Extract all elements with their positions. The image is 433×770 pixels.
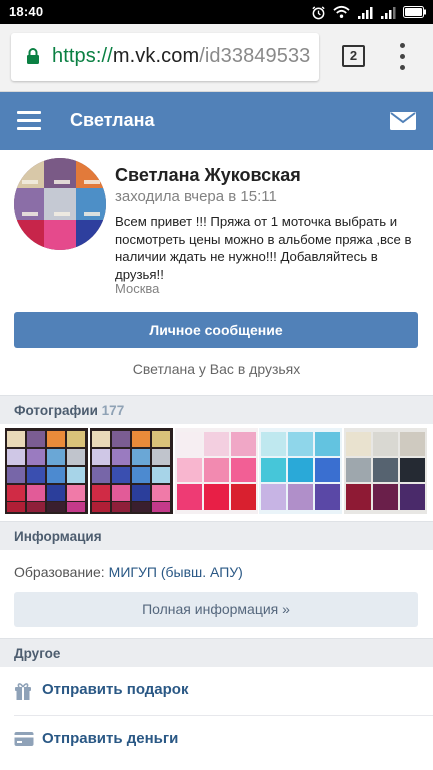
url-host: m.vk.com <box>112 45 200 67</box>
other-section-header: Другое <box>0 638 433 667</box>
header-title: Светлана <box>70 110 155 130</box>
send-money-label: Отправить деньги <box>42 730 179 747</box>
url-text: https://m.vk.com/id33849533 <box>52 45 310 68</box>
profile-card: Светлана Жуковская заходила вчера в 15:1… <box>0 150 433 395</box>
education-link[interactable]: МИГУП (бывш. АПУ) <box>109 564 243 580</box>
send-gift-item[interactable]: Отправить подарок <box>0 667 433 715</box>
signal-icon-1 <box>358 6 373 19</box>
friend-status: Светлана у Вас в друзьях <box>132 361 301 377</box>
send-money-item[interactable]: Отправить деньги <box>0 716 433 764</box>
lock-icon <box>27 48 39 64</box>
other-label: Другое <box>14 646 61 661</box>
info-label: Информация <box>14 529 102 544</box>
photos-label: Фотографии 177 <box>14 403 125 418</box>
education-label: Образование: <box>14 564 105 580</box>
education-row: Образование: МИГУП (бывш. АПУ) <box>14 564 243 580</box>
profile-about: Всем привет !!! Пряжа от 1 моточка выбра… <box>115 214 412 282</box>
profile-last-seen: заходила вчера в 15:11 <box>115 188 277 205</box>
gift-icon <box>15 683 31 700</box>
status-time: 18:40 <box>9 4 44 19</box>
card-icon <box>14 732 34 746</box>
wifi-icon <box>333 5 350 18</box>
app-header: Светлана <box>0 92 433 150</box>
photo-thumbnail[interactable] <box>344 428 427 514</box>
photo-thumbnail[interactable] <box>175 428 258 514</box>
photo-thumbnail[interactable] <box>5 428 88 514</box>
url-scheme: https:// <box>52 45 113 67</box>
photo-thumbnail[interactable] <box>259 428 342 514</box>
info-block: Образование: МИГУП (бывш. АПУ) Полная инф… <box>0 550 433 638</box>
alarm-icon <box>312 5 325 19</box>
info-section-header: Информация <box>0 521 433 550</box>
battery-icon <box>403 6 426 18</box>
browser-menu-icon[interactable] <box>396 42 410 72</box>
tab-switcher-button[interactable]: 2 <box>342 45 365 67</box>
profile-name: Светлана Жуковская <box>115 165 301 185</box>
browser-toolbar: https://m.vk.com/id33849533 2 <box>0 24 433 92</box>
photo-thumbnail[interactable] <box>90 428 173 514</box>
address-bar[interactable]: https://m.vk.com/id33849533 <box>11 33 319 81</box>
other-list: Отправить подарок Отправить деньги <box>0 667 433 770</box>
photos-strip <box>0 424 433 522</box>
status-icons <box>311 4 427 20</box>
signal-icon-2 <box>381 6 396 19</box>
menu-icon[interactable] <box>17 111 41 131</box>
send-gift-label: Отправить подарок <box>42 681 189 698</box>
status-bar: 18:40 <box>0 0 433 24</box>
profile-city: Москва <box>115 281 160 296</box>
full-info-button[interactable]: Полная информация » <box>14 592 418 627</box>
avatar[interactable] <box>14 158 106 250</box>
photos-section-header[interactable]: Фотографии 177 <box>0 395 433 424</box>
url-path: /id33849533 <box>199 45 311 67</box>
photos-count: 177 <box>101 403 125 418</box>
mail-icon[interactable] <box>390 111 416 131</box>
send-message-button[interactable]: Личное сообщение <box>14 312 418 348</box>
